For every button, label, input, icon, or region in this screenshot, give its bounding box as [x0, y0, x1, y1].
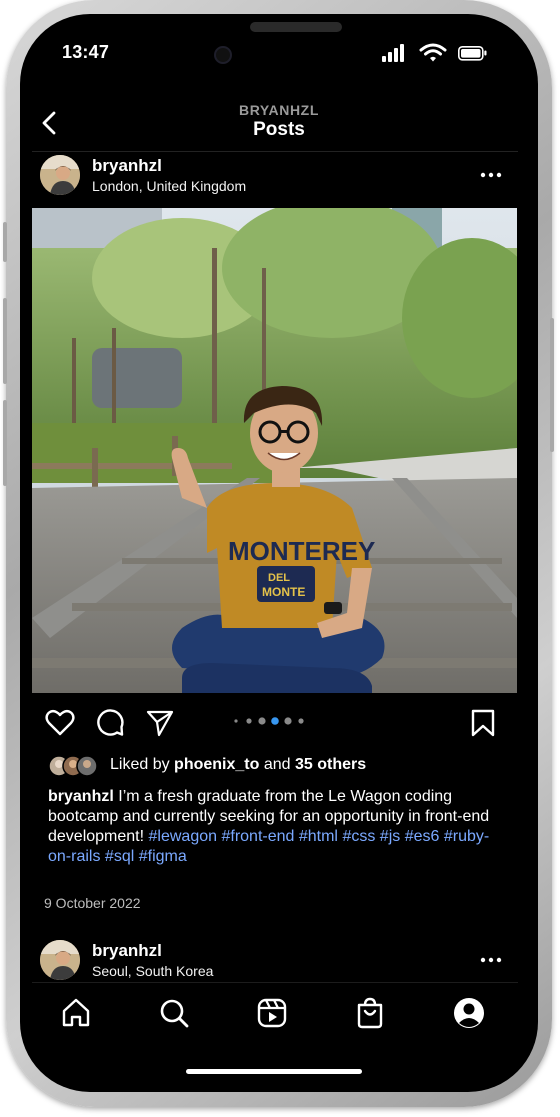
carousel-dot — [298, 718, 304, 724]
more-horizontal-icon[interactable] — [479, 953, 503, 967]
carousel-dot — [234, 719, 238, 723]
cellular-signal-icon — [382, 44, 404, 62]
post-username[interactable]: bryanhzl — [92, 156, 162, 176]
header-divider — [32, 151, 518, 152]
liked-by-text[interactable]: Liked by phoenix_to and 35 others — [110, 756, 366, 774]
status-time: 13:47 — [62, 42, 110, 62]
carousel-dot — [246, 718, 252, 724]
shirt-text-logo-top: DEL — [268, 572, 290, 584]
caption-username[interactable]: bryanhzl — [48, 788, 114, 805]
post-photo[interactable]: MONTEREY DEL MONTE — [32, 208, 517, 693]
home-indicator[interactable] — [186, 1069, 362, 1074]
send-icon[interactable] — [145, 708, 175, 738]
search-icon[interactable] — [157, 996, 191, 1030]
liked-by-prefix: Liked by — [110, 756, 170, 773]
avatar[interactable] — [40, 940, 80, 980]
front-camera — [214, 46, 232, 64]
home-icon[interactable] — [59, 996, 93, 1030]
caption-hashtag[interactable]: #css — [342, 828, 375, 845]
heart-icon[interactable] — [45, 708, 75, 738]
page-title: Posts — [253, 119, 305, 140]
phone-screen: 13:47 BRYANHZL Posts bryanhzl London, Un… — [20, 14, 538, 1092]
profile-icon[interactable] — [452, 996, 486, 1030]
caption-hashtag[interactable]: #figma — [139, 848, 187, 865]
caption-hashtag[interactable]: #front-end — [221, 828, 294, 845]
battery-icon — [458, 46, 487, 61]
next-post-location[interactable]: Seoul, South Korea — [92, 963, 213, 979]
speaker-grille — [250, 22, 342, 32]
liked-by-avatars[interactable] — [48, 755, 108, 777]
liked-by-others[interactable]: 35 others — [295, 756, 366, 773]
caption-hashtag[interactable]: #sql — [105, 848, 134, 865]
post-location[interactable]: London, United Kingdom — [92, 178, 246, 194]
comment-icon[interactable] — [95, 708, 125, 738]
caption-hashtag[interactable]: #js — [380, 828, 400, 845]
post-date: 9 October 2022 — [44, 895, 141, 911]
liked-by-joiner: and — [263, 756, 291, 773]
carousel-dot-active — [271, 717, 279, 725]
phone-mute-switch — [3, 222, 7, 262]
next-post-username[interactable]: bryanhzl — [92, 941, 162, 961]
header-username: BRYANHZL — [239, 102, 319, 118]
phone-volume-down-button — [3, 400, 7, 486]
shirt-text-main: MONTEREY — [228, 536, 375, 566]
wifi-icon — [419, 43, 447, 62]
caption-hashtag[interactable]: #html — [299, 828, 338, 845]
more-horizontal-icon[interactable] — [479, 168, 503, 182]
reels-icon[interactable] — [255, 996, 289, 1030]
status-icons — [380, 42, 510, 64]
post-caption: bryanhzl I’m a fresh graduate from the L… — [48, 787, 508, 867]
shirt-text-logo-bottom: MONTE — [262, 585, 305, 599]
carousel-indicator — [234, 717, 304, 725]
phone-volume-up-button — [3, 298, 7, 384]
bookmark-icon[interactable] — [468, 708, 498, 738]
avatar[interactable] — [40, 155, 80, 195]
phone-power-button — [550, 318, 554, 452]
liked-by-user[interactable]: phoenix_to — [174, 756, 259, 773]
shop-bag-icon[interactable] — [353, 996, 387, 1030]
carousel-dot — [284, 717, 292, 725]
caption-hashtag[interactable]: #es6 — [405, 828, 440, 845]
caption-hashtag[interactable]: #lewagon — [149, 828, 218, 845]
tab-bar-divider — [32, 982, 518, 983]
carousel-dot — [258, 717, 266, 725]
